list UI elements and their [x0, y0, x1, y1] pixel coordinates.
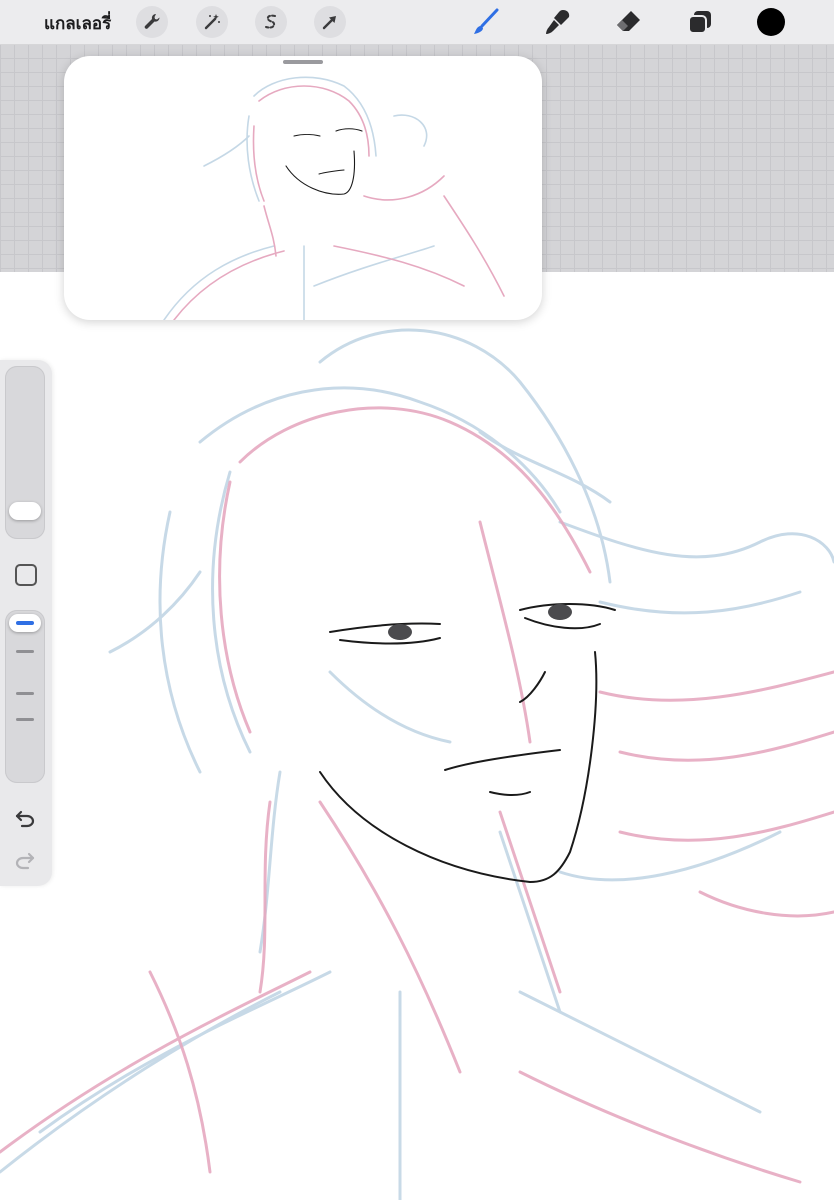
brush-icon — [474, 8, 499, 34]
reference-thumbnail — [163, 76, 505, 320]
opacity-slider[interactable] — [5, 610, 45, 783]
transform-button[interactable] — [314, 6, 346, 38]
smudge-icon — [546, 10, 570, 34]
redo-button[interactable] — [13, 848, 37, 872]
slider-tick — [16, 650, 34, 653]
left-sidebar — [0, 360, 52, 886]
slider-tick — [16, 692, 34, 695]
gallery-button[interactable]: แกลเลอรี่ — [44, 10, 111, 37]
selection-s-icon — [265, 14, 276, 29]
reference-drag-handle[interactable] — [283, 60, 323, 64]
actions-button[interactable] — [136, 6, 168, 38]
smudge-tool-button[interactable] — [542, 6, 574, 38]
opacity-thumb[interactable] — [9, 614, 41, 632]
selection-button[interactable] — [255, 6, 287, 38]
brush-size-thumb[interactable] — [9, 502, 41, 521]
layers-button[interactable] — [684, 6, 716, 38]
sketch-artwork — [0, 328, 834, 1200]
eraser-tool-button[interactable] — [612, 6, 644, 38]
top-toolbar: แกลเลอรี่ — [0, 0, 834, 45]
paint-tool-button[interactable] — [470, 6, 502, 38]
arrow-cursor-icon — [322, 16, 336, 30]
drawing-canvas[interactable] — [0, 272, 834, 1200]
layers-icon — [688, 11, 711, 34]
adjustments-button[interactable] — [196, 6, 228, 38]
undo-icon — [15, 810, 35, 828]
wrench-icon — [144, 13, 160, 29]
redo-icon — [15, 852, 35, 870]
modify-square-icon[interactable] — [15, 564, 37, 586]
undo-button[interactable] — [13, 806, 37, 830]
magic-wand-icon — [204, 14, 220, 30]
color-picker-button[interactable] — [757, 8, 785, 36]
slider-tick — [16, 718, 34, 721]
eraser-icon — [617, 11, 640, 31]
reference-window[interactable] — [64, 56, 542, 320]
brush-size-slider[interactable] — [5, 366, 45, 539]
